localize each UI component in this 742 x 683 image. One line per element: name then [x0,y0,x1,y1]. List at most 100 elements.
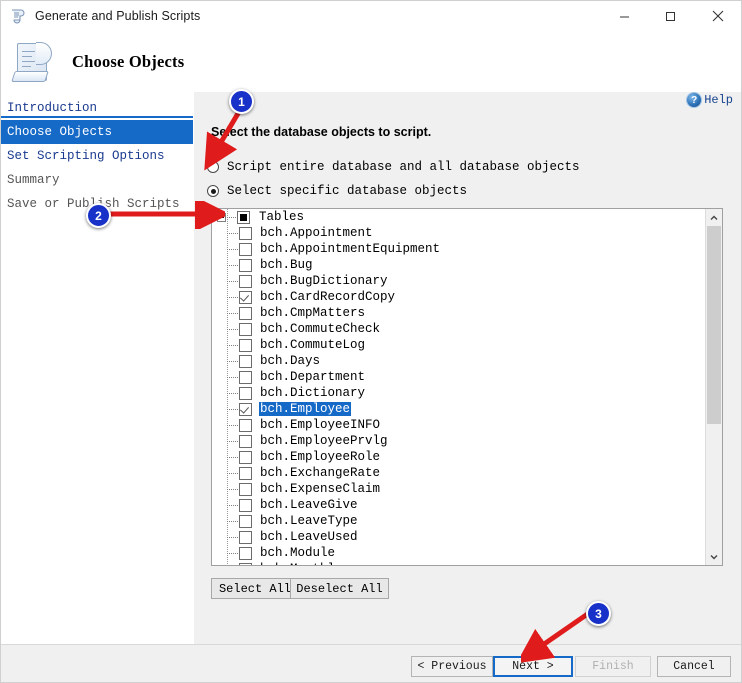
tree-item[interactable]: bch.BugDictionary [212,273,706,289]
tree-connector [227,296,238,298]
cancel-button[interactable]: Cancel [657,656,731,677]
radio-icon[interactable] [207,161,219,173]
object-tree-box: Tables bch.Appointment bch.AppointmentEqu… [211,208,723,566]
tree-item[interactable]: bch.CommuteCheck [212,321,706,337]
tree-item[interactable]: bch.Department [212,369,706,385]
checkbox-unchecked[interactable] [239,338,252,352]
tree-item[interactable]: bch.Module [212,545,706,561]
tree-item-label: bch.LeaveGive [260,498,358,512]
checkbox-unchecked[interactable] [239,562,252,565]
minimize-button[interactable] [601,1,647,31]
checkbox-unchecked[interactable] [239,354,252,368]
close-button[interactable] [693,1,741,31]
checkbox-unchecked[interactable] [239,418,252,432]
checkbox-unchecked[interactable] [239,450,252,464]
tree-item[interactable]: bch.Dictionary [212,385,706,401]
tree-item[interactable]: bch.LeaveType [212,513,706,529]
checkbox-indeterminate[interactable] [237,210,250,224]
checkbox-unchecked[interactable] [239,258,252,272]
checkbox-unchecked[interactable] [239,322,252,336]
deselect-all-label: Deselect All [296,581,383,596]
collapse-icon[interactable] [217,212,226,222]
tree-item[interactable]: bch.ExpenseClaim [212,481,706,497]
object-tree-list[interactable]: Tables bch.Appointment bch.AppointmentEqu… [212,209,706,565]
checkbox-checked[interactable] [239,290,252,304]
tree-root-label: Tables [259,210,305,224]
next-label: Next > [512,660,554,673]
tree-vertical-scrollbar[interactable] [705,209,722,565]
scroll-up-icon[interactable] [706,209,722,226]
checkbox-checked[interactable] [239,402,252,416]
previous-button[interactable]: < Previous [411,656,493,677]
checkbox-unchecked[interactable] [239,274,252,288]
tree-item[interactable]: bch.CommuteLog [212,337,706,353]
tree-item-label: bch.Employee [259,402,352,416]
tree-connector [227,216,236,218]
checkbox-unchecked[interactable] [239,226,252,240]
tree-item[interactable]: bch.Appointment [212,225,706,241]
checkbox-unchecked[interactable] [239,306,252,320]
tree-connector [227,520,238,522]
tree-item[interactable]: bch.Monthly [212,561,706,565]
tree-connector [227,408,238,410]
tree-connector [227,392,238,394]
maximize-button[interactable] [647,1,693,31]
help-link[interactable]: ? Help [687,93,733,107]
tree-item-label: bch.ExpenseClaim [260,482,381,496]
page-header: Choose Objects [1,31,741,92]
sidebar-item-choose-objects[interactable]: Choose Objects [1,120,193,144]
checkbox-unchecked[interactable] [239,482,252,496]
checkbox-unchecked[interactable] [239,466,252,480]
checkbox-unchecked[interactable] [239,242,252,256]
tree-item[interactable]: bch.Days [212,353,706,369]
sidebar-item-summary[interactable]: Summary [1,168,193,192]
tree-item-label: bch.BugDictionary [260,274,388,288]
scroll-down-icon[interactable] [706,548,722,565]
deselect-all-button[interactable]: Deselect All [290,578,389,599]
select-all-button[interactable]: Select All [211,578,299,599]
tree-item[interactable]: bch.AppointmentEquipment [212,241,706,257]
tree-connector [227,232,238,234]
radio-select-specific-objects[interactable]: Select specific database objects [207,184,467,198]
tree-item[interactable]: bch.Bug [212,257,706,273]
tree-item[interactable]: bch.EmployeeINFO [212,417,706,433]
tree-item-label: bch.Monthly [259,562,344,565]
tree-root-tables[interactable]: Tables [212,209,706,225]
checkbox-unchecked[interactable] [239,386,252,400]
tree-item-label: bch.CmpMatters [260,306,366,320]
tree-connector [227,488,238,490]
annotation-badge-2: 2 [86,203,111,228]
checkbox-unchecked[interactable] [239,434,252,448]
tree-item-label: bch.Days [260,354,321,368]
tree-item-label: bch.Dictionary [260,386,366,400]
tree-item[interactable]: bch.LeaveUsed [212,529,706,545]
tree-connector [227,360,238,362]
tree-item-label: bch.CardRecordCopy [260,290,396,304]
tree-connector [227,312,238,314]
next-button[interactable]: Next > [493,656,573,677]
tree-item-label: bch.EmployeeINFO [260,418,381,432]
tree-item-label: bch.CommuteLog [260,338,366,352]
scrollbar-thumb[interactable] [707,226,721,424]
tree-item[interactable]: bch.EmployeeRole [212,449,706,465]
sidebar-item-label: Introduction [7,101,98,115]
tree-item[interactable]: bch.EmployeePrvlg [212,433,706,449]
tree-item[interactable]: bch.Employee [212,401,706,417]
help-label: Help [704,93,733,107]
sidebar-item-set-scripting-options[interactable]: Set Scripting Options [1,144,193,168]
tree-item[interactable]: bch.CardRecordCopy [212,289,706,305]
checkbox-unchecked[interactable] [239,514,252,528]
tree-item[interactable]: bch.LeaveGive [212,497,706,513]
checkbox-unchecked[interactable] [239,498,252,512]
window-controls [601,1,741,31]
tree-item[interactable]: bch.CmpMatters [212,305,706,321]
checkbox-unchecked[interactable] [239,370,252,384]
checkbox-unchecked[interactable] [239,546,252,560]
radio-label: Script entire database and all database … [227,160,580,174]
radio-script-entire-database[interactable]: Script entire database and all database … [207,160,580,174]
radio-label: Select specific database objects [227,184,468,198]
tree-item[interactable]: bch.ExchangeRate [212,465,706,481]
tree-item-label: bch.Department [260,370,366,384]
radio-icon-selected[interactable] [207,185,219,197]
checkbox-unchecked[interactable] [239,530,252,544]
